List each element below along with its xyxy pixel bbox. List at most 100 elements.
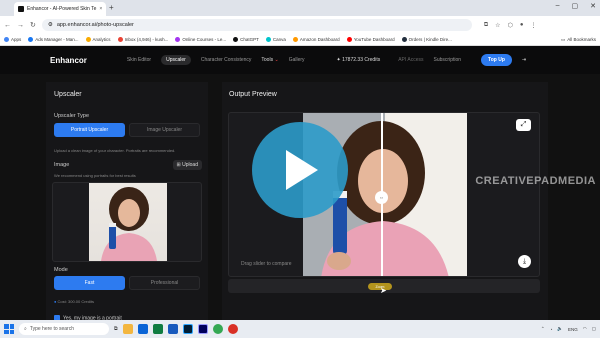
nav-api-access[interactable]: API Access — [398, 57, 423, 63]
excel-icon[interactable] — [152, 324, 163, 334]
favicon-icon — [18, 6, 24, 12]
image-label: Image — [54, 162, 70, 168]
all-bookmarks[interactable]: ▭ All Bookmarks — [561, 37, 596, 43]
new-tab-button[interactable]: + — [109, 3, 114, 12]
url-text: app.enhancor.ai/photo-upscaler — [56, 22, 134, 28]
upscaler-type-label: Upscaler Type — [54, 113, 90, 119]
portrait-thumbnail-image — [101, 187, 157, 261]
upscaler-type-selector: Portrait Upscaler Image Upscaler — [54, 123, 200, 137]
upload-icon: ⊞ — [176, 162, 181, 168]
system-tray: ⌃ ◔ 🔈 ENG ◠ ▢ — [541, 326, 596, 332]
canva-icon — [265, 37, 271, 42]
drag-hint: Drag slider to compare — [241, 261, 292, 267]
wifi-icon[interactable]: ◠ — [583, 326, 587, 332]
close-window-button[interactable]: ✕ — [590, 2, 596, 10]
nav-character-consistency[interactable]: Character Consistency — [201, 57, 252, 63]
bookmark-item[interactable]: Ads Manager - Man... — [28, 37, 79, 42]
mode-fast-option[interactable]: Fast — [54, 276, 125, 290]
credits-display: ✦ 17872.33 Credits — [336, 57, 381, 63]
output-preview-title: Output Preview — [229, 91, 277, 98]
image-drop-area[interactable] — [52, 182, 202, 262]
profile-icon[interactable]: ● — [520, 22, 524, 29]
menu-icon[interactable]: ⋮ — [530, 22, 536, 29]
bookmark-item[interactable]: Amazon Dashboard — [292, 37, 340, 42]
bookmark-item[interactable]: Orders | Kindle Dire... — [401, 37, 452, 42]
reload-icon[interactable]: ↻ — [30, 21, 36, 29]
maximize-button[interactable]: ▢ — [572, 2, 579, 10]
nav-tools[interactable]: Tools ⌄ — [261, 57, 278, 63]
windows-start-icon[interactable] — [4, 324, 14, 334]
photoshop-icon[interactable] — [182, 324, 193, 334]
nav-upscaler[interactable]: Upscaler — [161, 55, 191, 65]
bookmark-item[interactable]: Online Courses - Le... — [175, 37, 226, 42]
app-header: Enhancor Skin Editor Upscaler Character … — [0, 46, 600, 74]
file-explorer-icon[interactable] — [122, 324, 133, 334]
tab-close-icon[interactable]: × — [99, 6, 102, 12]
windows-taskbar: ⌕ Type here to search ⧉ ⌃ ◔ 🔈 ENG ◠ ▢ — [0, 320, 600, 338]
mode-selector: Fast Professional — [54, 276, 200, 290]
analytics-icon — [85, 37, 91, 42]
brand-logo[interactable]: Enhancor — [50, 56, 87, 65]
browser-actions: ⧉ ☆ ⬡ ● ⋮ — [484, 22, 537, 29]
chatgpt-icon — [233, 37, 239, 42]
watermark: CREATIVEPADMEDIA — [475, 175, 596, 187]
gmail-icon — [117, 37, 123, 42]
apps-icon — [4, 37, 9, 42]
cost-text: ● Cost: 300.00 Credits — [54, 299, 95, 304]
notification-icon[interactable]: ▢ — [592, 326, 596, 332]
bookmark-item[interactable]: Canva — [265, 37, 286, 42]
mail-icon[interactable] — [137, 324, 148, 334]
download-icon[interactable]: ⤓ — [518, 255, 531, 268]
language-indicator[interactable]: ENG — [568, 327, 578, 332]
upload-button[interactable]: ⊞ Upload — [172, 160, 202, 170]
compare-slider-handle[interactable]: ⇔ — [375, 191, 388, 204]
word-icon[interactable] — [167, 324, 178, 334]
expand-icon[interactable]: ⤢ — [516, 119, 531, 131]
bookmark-item[interactable]: YouTube Dashboard — [346, 37, 395, 42]
coin-icon: ● — [54, 299, 57, 304]
uploaded-image-thumbnail — [89, 183, 167, 261]
browser-tab[interactable]: Enhancor - AI-Powered Skin Te × — [14, 2, 106, 16]
type-hint: Upload a clean image of your character. … — [54, 148, 176, 153]
ads-manager-icon — [28, 37, 34, 42]
mode-label: Mode — [54, 267, 68, 273]
volume-icon[interactable]: 🔈 — [557, 326, 563, 332]
bookmark-item[interactable]: ChatGPT — [233, 37, 259, 42]
tab-title: Enhancor - AI-Powered Skin Te — [27, 6, 97, 12]
logout-icon[interactable]: ⇥ — [522, 57, 526, 63]
youtube-icon — [346, 37, 352, 42]
recorder-icon[interactable] — [227, 324, 238, 334]
network-icon[interactable]: ◔ — [550, 327, 553, 332]
video-play-button[interactable] — [252, 122, 348, 218]
url-field[interactable]: ⚙ app.enhancor.ai/photo-upscaler — [41, 19, 472, 31]
nav-skin-editor[interactable]: Skin Editor — [127, 57, 151, 63]
back-icon[interactable]: ← — [4, 22, 11, 29]
nav-gallery[interactable]: Gallery — [289, 57, 305, 63]
bookmarks-bar: Apps Ads Manager - Man... Analytics Inbo… — [0, 34, 600, 46]
minimize-button[interactable]: – — [556, 2, 560, 10]
bookmark-item[interactable]: Inbox (4,946) - kush... — [117, 37, 168, 42]
panel-title: Upscaler — [54, 91, 82, 98]
portrait-upscaler-option[interactable]: Portrait Upscaler — [54, 123, 125, 137]
extensions-icon[interactable]: ⬡ — [508, 22, 513, 29]
taskbar-search[interactable]: ⌕ Type here to search — [19, 323, 109, 335]
site-info-icon[interactable]: ⚙ — [48, 22, 53, 28]
address-bar-row: ← → ↻ ⚙ app.enhancor.ai/photo-upscaler ⧉… — [0, 16, 600, 34]
chrome-icon[interactable] — [212, 324, 223, 334]
premiere-icon[interactable] — [197, 324, 208, 334]
forward-icon[interactable]: → — [17, 22, 24, 29]
nav-subscription[interactable]: Subscription — [434, 57, 462, 63]
translate-icon[interactable]: ⧉ — [484, 22, 488, 29]
chevron-down-icon: ⌄ — [274, 57, 279, 63]
bookmark-star-icon[interactable]: ☆ — [495, 22, 500, 29]
task-view-icon[interactable]: ⧉ — [114, 326, 118, 332]
window-controls: – ▢ ✕ — [556, 2, 596, 10]
top-up-button[interactable]: Top Up — [481, 54, 512, 66]
mode-professional-option[interactable]: Professional — [129, 276, 200, 290]
image-upscaler-option[interactable]: Image Upscaler — [129, 123, 200, 137]
browser-tab-bar: Enhancor - AI-Powered Skin Te × + – ▢ ✕ — [0, 0, 600, 16]
upscaler-panel: Upscaler Upscaler Type Portrait Upscaler… — [46, 82, 208, 327]
chevron-up-icon[interactable]: ⌃ — [541, 326, 545, 332]
bookmark-item[interactable]: Analytics — [85, 37, 111, 42]
bookmark-item[interactable]: Apps — [4, 37, 21, 42]
